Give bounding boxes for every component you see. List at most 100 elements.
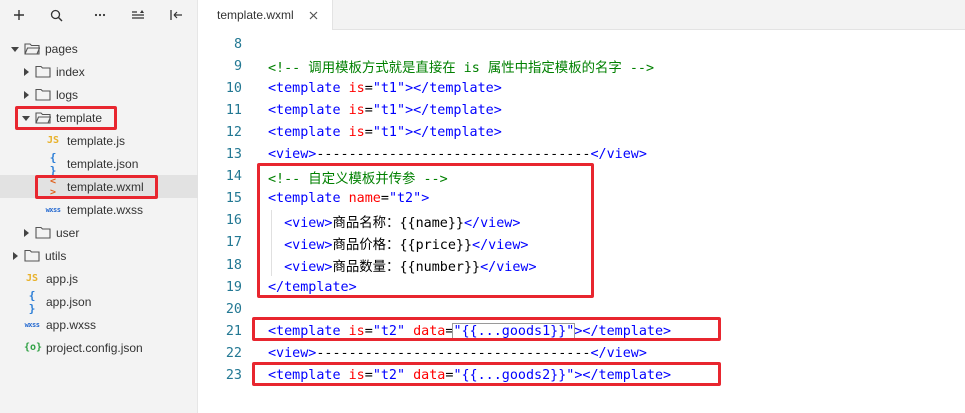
tree-file-app-js[interactable]: JS app.js xyxy=(0,267,198,290)
code-line[interactable]: 16 <view>商品名称：{{name}}</view> xyxy=(199,209,965,232)
code-text: <!-- 调用模板方式就是直接在 is 属性中指定模板的名字 --> xyxy=(268,56,654,76)
tree-folder-user[interactable]: user xyxy=(0,221,198,244)
code-token: = xyxy=(364,323,373,339)
code-token: <template xyxy=(268,124,349,140)
code-line[interactable]: 21 <template is="t2" data="{{...goods1}}"… xyxy=(199,320,965,342)
code-token: <view> xyxy=(268,345,317,361)
json-file-icon: { } xyxy=(28,288,36,315)
code-token: <template xyxy=(268,323,349,339)
folder-icon xyxy=(35,88,51,102)
code-line[interactable]: 20 xyxy=(199,298,965,320)
search-icon[interactable] xyxy=(46,5,66,25)
code-text: <view>----------------------------------… xyxy=(268,346,647,361)
folder-icon xyxy=(35,65,51,79)
caret-down-icon xyxy=(21,113,31,123)
split-icon[interactable] xyxy=(166,5,186,25)
folder-icon xyxy=(24,249,40,263)
tree-file-project-config-json[interactable]: {o} project.config.json xyxy=(0,336,198,359)
code-line[interactable]: 13 <view>--------------------------------… xyxy=(199,144,965,166)
json-file-icon: { } xyxy=(49,150,57,177)
code-text: <template is="t2" data="{{...goods1}}"><… xyxy=(268,322,672,340)
tree-label: project.config.json xyxy=(46,340,143,355)
code-text: <view>商品数量：{{number}}</view> xyxy=(268,255,536,275)
code-token: = xyxy=(364,124,373,140)
tree-file-template-wxss[interactable]: wxss template.wxss xyxy=(0,198,198,221)
code-token: ---------------------------------- xyxy=(316,147,591,162)
js-file-icon: JS xyxy=(25,273,39,284)
js-file-icon: JS xyxy=(46,135,60,146)
code-token: 商品名称：{{name}} xyxy=(332,215,464,231)
wxml-file-icon: < > xyxy=(49,175,57,198)
line-number: 8 xyxy=(233,36,242,52)
file-explorer-sidebar: pages index logs template JS template.js… xyxy=(0,0,198,413)
code-line[interactable]: 22 <view>--------------------------------… xyxy=(199,342,965,364)
line-number: 17 xyxy=(225,235,242,251)
code-token: > xyxy=(421,191,430,207)
folder-open-icon xyxy=(35,111,51,125)
line-number: 12 xyxy=(225,124,242,140)
code-line[interactable]: 10 <template is="t1"></template> xyxy=(199,77,965,99)
code-token: ></template> xyxy=(405,124,502,140)
tree-file-template-wxml[interactable]: < > template.wxml xyxy=(0,175,198,198)
code-line[interactable]: 8 xyxy=(199,33,965,55)
code-line[interactable]: 18 <view>商品数量：{{number}}</view> xyxy=(199,254,965,276)
code-token: </view> xyxy=(472,237,529,253)
code-line[interactable]: 17 <view>商品价格：{{price}}</view> xyxy=(199,231,965,254)
caret-right-icon xyxy=(10,251,20,261)
tree-file-app-wxss[interactable]: wxss app.wxss xyxy=(0,313,198,336)
code-token: 商品数量：{{number}} xyxy=(332,260,481,275)
code-token: ></template> xyxy=(574,323,672,339)
tree-file-template-js[interactable]: JS template.js xyxy=(0,129,198,152)
config-file-icon: {o} xyxy=(24,342,43,353)
code-token: ---------------------------------- xyxy=(316,345,591,361)
tree-folder-logs[interactable]: logs xyxy=(0,83,198,106)
code-line[interactable]: 14 <!-- 自定义模板并传参 --> xyxy=(199,166,965,188)
more-icon[interactable] xyxy=(90,5,110,25)
tree-folder-pages[interactable]: pages xyxy=(0,37,198,60)
code-line[interactable]: 19 </template> xyxy=(199,276,965,298)
code-token: = xyxy=(364,102,373,118)
code-text: <template name="t2"> xyxy=(268,191,429,206)
code-line[interactable]: 9 <!-- 调用模板方式就是直接在 is 属性中指定模板的名字 --> xyxy=(199,55,965,77)
collapse-icon[interactable] xyxy=(128,5,148,25)
code-token: = xyxy=(380,191,389,207)
code-text: <template is="t1"></template> xyxy=(268,125,502,140)
code-token: <view> xyxy=(284,260,333,275)
code-token: <template xyxy=(268,80,349,96)
tree-file-app-json[interactable]: { } app.json xyxy=(0,288,198,315)
code-token: <view> xyxy=(284,237,333,253)
caret-down-icon xyxy=(10,44,20,54)
tree-folder-utils[interactable]: utils xyxy=(0,244,198,267)
code-token: <view> xyxy=(284,215,333,231)
tree-folder-template[interactable]: template xyxy=(0,106,198,129)
code-token: ></template> xyxy=(405,80,502,96)
add-icon[interactable] xyxy=(9,5,29,25)
code-line[interactable]: 23 <template is="t2" data="{{...goods2}}"… xyxy=(199,365,965,387)
indent-guide xyxy=(271,231,272,254)
code-text: <view>----------------------------------… xyxy=(268,147,647,162)
tree-folder-index[interactable]: index xyxy=(0,60,198,83)
close-icon[interactable] xyxy=(306,8,320,22)
line-number: 18 xyxy=(225,257,242,273)
tree-label: template.wxss xyxy=(67,202,144,217)
line-number: 14 xyxy=(225,169,242,185)
code-token: is xyxy=(348,124,365,140)
line-number: 20 xyxy=(225,301,242,317)
indent-guide xyxy=(271,254,272,276)
code-token: ></template> xyxy=(405,102,502,118)
code-token: </view> xyxy=(590,345,647,361)
code-text: <template is="t1"></template> xyxy=(268,103,502,118)
tree-label: app.wxss xyxy=(46,317,97,332)
code-line[interactable]: 12 <template is="t1"></template> xyxy=(199,121,965,143)
code-line[interactable]: 15 <template name="t2"> xyxy=(199,188,965,210)
tree-file-template-json[interactable]: { } template.json xyxy=(0,150,198,177)
code-token: = xyxy=(364,368,373,383)
tree-label: utils xyxy=(45,248,67,263)
code-token: "{{...goods2}}" xyxy=(453,368,575,383)
code-line[interactable]: 11 <template is="t1"></template> xyxy=(199,99,965,121)
tab-template-wxml[interactable]: template.wxml xyxy=(199,0,333,30)
line-number: 9 xyxy=(233,58,242,74)
code-text: </template> xyxy=(268,280,357,295)
code-token: is xyxy=(348,102,365,118)
